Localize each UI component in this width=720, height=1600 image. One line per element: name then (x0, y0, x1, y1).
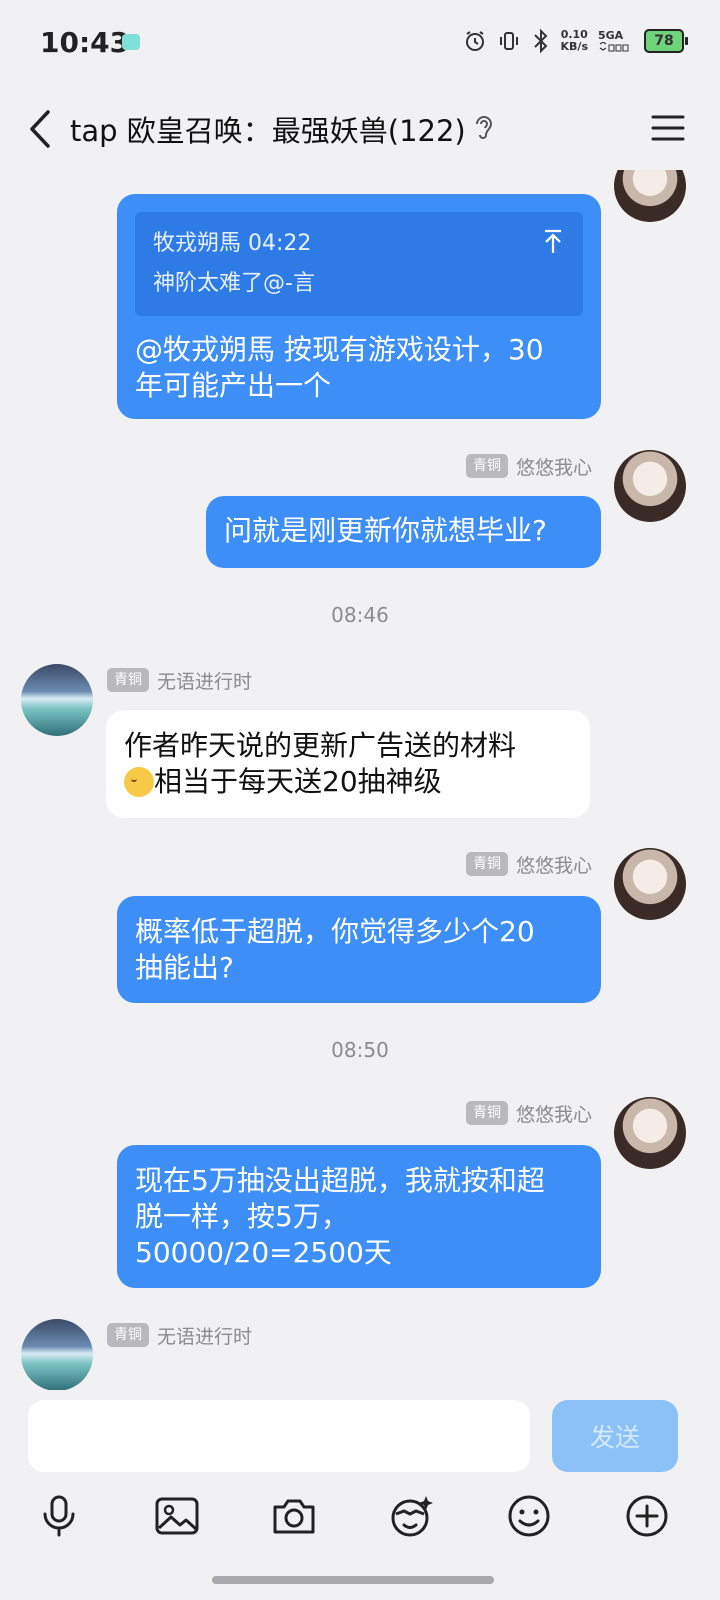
message-bubble[interactable]: 问就是刚更新你就想毕业? (206, 496, 601, 568)
vibrate-icon (499, 32, 518, 50)
network-speed: 0.10 KB/s (561, 29, 588, 53)
sender-name[interactable]: 悠悠我心 (516, 453, 592, 480)
sender-line: 青铜 悠悠我心 (465, 1099, 592, 1127)
sticker-icon (391, 1496, 433, 1537)
camera-button[interactable] (266, 1488, 322, 1544)
message-text-line: 概率低于超脱，你觉得多少个20 (135, 915, 535, 948)
message-bubble[interactable]: 概率低于超脱，你觉得多少个20 抽能出? (117, 896, 601, 1003)
message-text-line: 50000/20=2500天 (135, 1236, 392, 1269)
emoji-button[interactable] (501, 1488, 557, 1544)
status-time: 10:43 (40, 26, 130, 59)
message-bubble[interactable]: 作者昨天说的更新广告送的材料 相当于每天送20抽神级 (106, 710, 590, 818)
ear-mode-icon[interactable] (472, 112, 496, 144)
time-separator: 08:50 (331, 1038, 389, 1062)
level-badge: 青铜 (465, 454, 508, 478)
battery-indicator: 78 (644, 29, 688, 53)
level-badge: 青铜 (465, 852, 508, 876)
input-bar: 发送 (0, 1390, 720, 1600)
sticker-button[interactable] (383, 1488, 439, 1544)
level-badge: 青铜 (107, 1323, 149, 1347)
quote-text: 神阶太难了@-言 (153, 271, 315, 296)
voice-button[interactable] (31, 1488, 87, 1544)
message-bubble[interactable]: 现在5万抽没出超脱，我就按和超 脱一样，按5万， 50000/20=2500天 (117, 1145, 601, 1288)
send-button[interactable]: 发送 (552, 1400, 678, 1472)
message-text-after-emoji: 相当于每天送20抽神级 (154, 765, 442, 798)
chat-title[interactable]: tap 欧皇召唤：最强妖兽(122) (70, 108, 466, 150)
my-avatar[interactable] (614, 1097, 686, 1169)
level-badge: 青铜 (107, 668, 149, 692)
network-speed-unit: KB/s (560, 40, 588, 53)
message-text-line: 脱一样，按5万， (135, 1200, 349, 1233)
message-text: 问就是刚更新你就想毕业? (224, 514, 547, 547)
image-button[interactable] (149, 1488, 205, 1544)
more-button[interactable] (619, 1488, 675, 1544)
home-indicator[interactable] (212, 1576, 494, 1584)
signal-indicator: 5GA (598, 30, 634, 52)
sender-name[interactable]: 无语进行时 (157, 667, 252, 694)
mic-icon (43, 1495, 75, 1537)
signal-label: 5GA (598, 29, 624, 42)
message-text-line: 相当于每天送20抽神级 (124, 764, 572, 800)
back-icon[interactable] (22, 106, 62, 152)
sender-line: 青铜 无语进行时 (107, 1321, 252, 1349)
quoted-message[interactable]: 牧戎朔馬 04:22 神阶太难了@-言 (135, 212, 583, 316)
message-text-line: 作者昨天说的更新广告送的材料 (124, 729, 517, 762)
message-bubble[interactable]: 牧戎朔馬 04:22 神阶太难了@-言 @牧戎朔馬 按现有游戏设计，30 年可能… (117, 194, 601, 419)
plus-icon (626, 1495, 668, 1537)
sender-avatar[interactable] (21, 664, 93, 736)
signal-bars-icon (599, 42, 629, 52)
message-list[interactable]: 牧戎朔馬 04:22 神阶太难了@-言 @牧戎朔馬 按现有游戏设计，30 年可能… (0, 170, 720, 1390)
quote-author-time: 牧戎朔馬 04:22 (153, 231, 312, 256)
notification-app-icon (122, 34, 140, 50)
message-text-line: 抽能出? (135, 951, 234, 984)
my-avatar[interactable] (614, 848, 686, 920)
menu-icon[interactable] (650, 110, 686, 146)
message-input[interactable] (28, 1400, 530, 1472)
my-avatar[interactable] (614, 170, 686, 222)
sender-avatar[interactable] (21, 1319, 93, 1390)
laughing-emoji-icon (124, 767, 154, 797)
sender-line: 青铜 无语进行时 (107, 666, 252, 694)
message-text-line: 年可能产出一个 (135, 369, 332, 402)
sender-name[interactable]: 无语进行时 (157, 1322, 252, 1349)
status-icons: 0.10 KB/s 5GA 78 (463, 28, 688, 54)
sender-name[interactable]: 悠悠我心 (516, 1100, 592, 1127)
alarm-icon (465, 31, 484, 51)
sender-line: 青铜 悠悠我心 (465, 452, 592, 480)
level-badge: 青铜 (465, 1101, 508, 1125)
message-text-line: @牧戎朔馬 按现有游戏设计，30 (135, 333, 544, 366)
sender-line: 青铜 悠悠我心 (465, 850, 592, 878)
status-bar: 10:43 0.10 KB/s 5GA 78 (0, 0, 720, 90)
my-avatar[interactable] (614, 450, 686, 522)
image-icon (155, 1497, 199, 1535)
time-separator: 08:46 (331, 603, 389, 627)
input-toolbar (0, 1488, 720, 1548)
jump-to-quote-icon[interactable] (541, 228, 565, 256)
chat-header: tap 欧皇召唤：最强妖兽(122) (0, 90, 720, 170)
camera-icon (273, 1499, 315, 1534)
sender-name[interactable]: 悠悠我心 (516, 851, 592, 878)
emoji-icon (508, 1495, 550, 1537)
bluetooth-icon (533, 28, 547, 54)
message-text-line: 现在5万抽没出超脱，我就按和超 (135, 1164, 545, 1197)
